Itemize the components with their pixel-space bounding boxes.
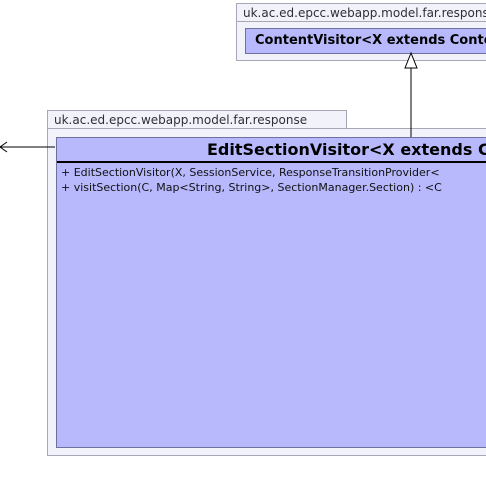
content-visitor-class-name: ContentVisitor<X extends Content <box>255 33 486 48</box>
main-package-name: uk.ac.ed.epcc.webapp.model.far.response <box>54 113 308 127</box>
association-arrowhead <box>0 141 8 153</box>
top-package-body: ContentVisitor<X extends Content <box>236 21 486 61</box>
edit-section-visitor-header: EditSectionVisitor<X extends Co <box>57 138 486 163</box>
edit-section-visitor-class[interactable]: EditSectionVisitor<X extends Co + EditSe… <box>56 137 486 448</box>
operation-visit-section: + visitSection(C, Map<String, String>, S… <box>61 181 442 194</box>
operations-compartment: + EditSectionVisitor(X, SessionService, … <box>57 163 486 195</box>
content-visitor-class[interactable]: ContentVisitor<X extends Content <box>245 28 486 54</box>
top-package-tab: uk.ac.ed.epcc.webapp.model.far.response <box>236 3 486 22</box>
main-package-body: EditSectionVisitor<X extends Co + EditSe… <box>47 128 486 456</box>
top-package-name: uk.ac.ed.epcc.webapp.model.far.response <box>243 6 486 20</box>
edit-section-visitor-class-name: EditSectionVisitor<X extends Co <box>207 140 486 159</box>
operation-constructor: + EditSectionVisitor(X, SessionService, … <box>61 166 440 179</box>
main-package-tab: uk.ac.ed.epcc.webapp.model.far.response <box>47 110 347 129</box>
